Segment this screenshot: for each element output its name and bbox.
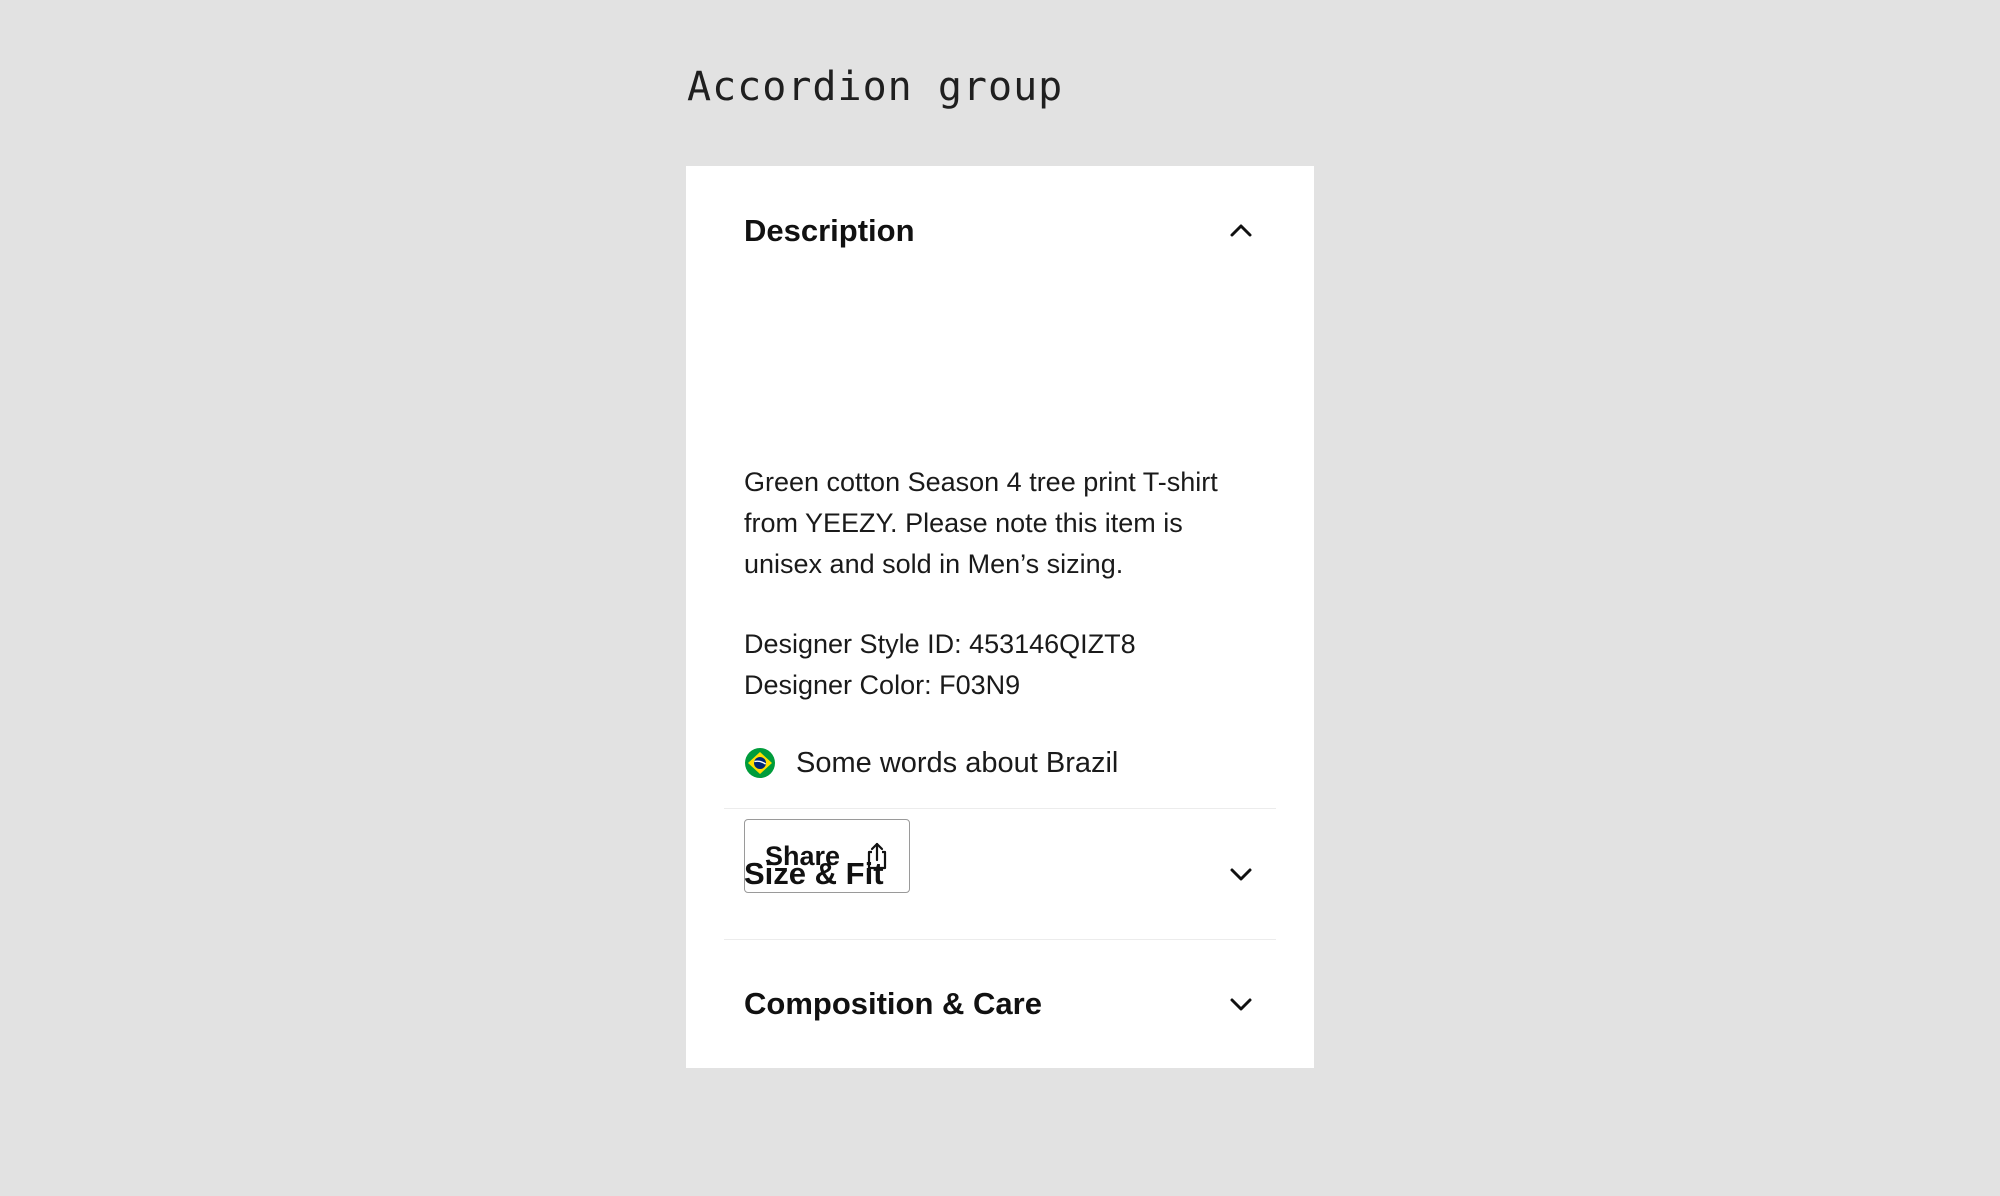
brazil-flag-icon xyxy=(745,748,775,778)
accordion-group: Description Green cotton Season 4 tree p… xyxy=(686,166,1314,1068)
accordion-title-description: Description xyxy=(744,213,915,248)
page-title: Accordion group xyxy=(687,64,1064,110)
chevron-down-icon[interactable] xyxy=(1226,859,1256,889)
accordion-header-composition-care[interactable]: Composition & Care xyxy=(724,939,1276,1069)
designer-style-id: Designer Style ID: 453146QIZT8 xyxy=(744,629,1136,659)
designer-details: Designer Style ID: 453146QIZT8 Designer … xyxy=(744,624,1136,706)
chevron-up-icon[interactable] xyxy=(1226,216,1256,246)
chevron-down-icon[interactable] xyxy=(1226,989,1256,1019)
designer-color: Designer Color: F03N9 xyxy=(744,670,1021,700)
product-description: Green cotton Season 4 tree print T-shirt… xyxy=(744,467,1218,579)
country-note-text: Some words about Brazil xyxy=(796,746,1119,779)
accordion-header-description[interactable]: Description xyxy=(724,166,1276,296)
country-note: Some words about Brazil xyxy=(744,743,1118,783)
accordion-header-size-fit[interactable]: Size & Fit xyxy=(724,809,1276,939)
accordion-title-composition-care: Composition & Care xyxy=(744,986,1042,1021)
accordion-title-size-fit: Size & Fit xyxy=(744,856,884,891)
